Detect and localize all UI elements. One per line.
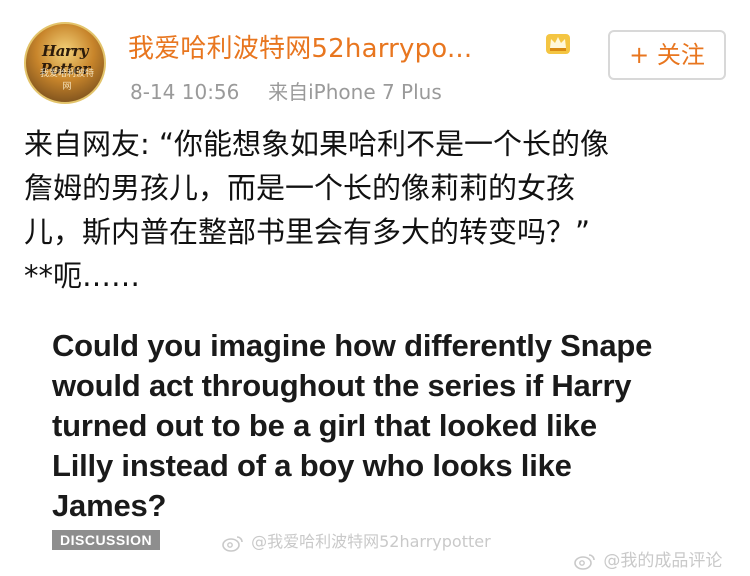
meme-image[interactable]: Could you imagine how differently Snape … [52,326,712,526]
weibo-icon [574,554,595,570]
watermark-corner-text: @我的成品评论 [603,551,723,571]
watermark-center-text: @我爱哈利波特网52harrypotter [251,532,491,551]
meme-line: Lilly instead of a boy who looks like [52,448,572,483]
username-link[interactable]: 我爱哈利波特网52harrypo... [128,28,472,65]
source-label: 来自iPhone 7 Plus [268,80,442,104]
weibo-icon [222,535,243,552]
post-line: 詹姆的男孩儿，而是一个长的像莉莉的女孩 [24,171,576,205]
watermark-corner: @我的成品评论 [574,546,722,571]
discussion-tag: DISCUSSION [52,530,161,550]
timestamp: 8-14 10:56 [130,80,240,104]
follow-button[interactable]: + 关注 [608,30,726,80]
vip-crown-icon [546,34,570,54]
avatar-subtext: 我爱哈利波特网 [40,69,95,92]
meme-line: would act throughout the series if Harry [52,368,632,403]
post-header: Harry Potter 我爱哈利波特网 我爱哈利波特网52harrypo...… [24,22,726,110]
post-meta: 8-14 10:56 来自iPhone 7 Plus [130,76,442,105]
avatar[interactable]: Harry Potter 我爱哈利波特网 [24,22,106,104]
meme-line: turned out to be a girl that looked like [52,408,597,443]
post-line: 儿，斯内普在整部书里会有多大的转变吗？” [24,215,591,249]
post-body: 来自网友: “你能想象如果哈利不是一个长的像 詹姆的男孩儿，而是一个长的像莉莉的… [24,122,724,298]
watermark-center: @我爱哈利波特网52harrypotter [222,528,491,552]
meme-line: James? [52,488,167,523]
post-line: **呃…… [24,259,141,293]
post-line: 来自网友: “你能想象如果哈利不是一个长的像 [24,127,610,161]
meme-line: Could you imagine how differently Snape [52,328,653,363]
